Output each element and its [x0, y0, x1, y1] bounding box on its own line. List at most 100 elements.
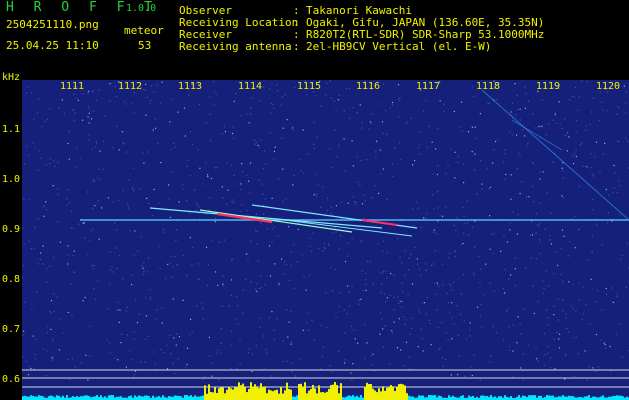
level-bar [244, 386, 246, 400]
noise-dot [136, 322, 139, 324]
level-bar [622, 396, 624, 400]
noise-dot [159, 267, 161, 269]
noise-dot [114, 222, 116, 224]
noise-dot [45, 375, 47, 377]
noise-dot [493, 149, 495, 151]
noise-dot [613, 187, 616, 189]
noise-dot [372, 282, 374, 285]
noise-dot [546, 192, 548, 194]
noise-dot [326, 209, 329, 211]
noise-dot [143, 273, 145, 275]
noise-dot [74, 366, 76, 368]
level-bar [558, 396, 560, 400]
noise-dot [250, 107, 252, 109]
y-axis-unit: kHz [2, 72, 21, 83]
noise-dot [208, 355, 211, 357]
noise-dot [251, 97, 253, 99]
noise-dot [564, 134, 567, 136]
noise-dot [32, 142, 34, 144]
noise-dot [417, 263, 419, 265]
noise-dot [504, 149, 506, 151]
noise-dot [433, 208, 435, 210]
level-bar [286, 382, 288, 400]
noise-dot [189, 212, 191, 214]
noise-dot [182, 183, 184, 185]
noise-dot [489, 361, 491, 363]
level-bar [214, 387, 216, 400]
noise-dot [210, 140, 212, 142]
noise-dot [42, 245, 44, 247]
noise-dot [190, 318, 192, 320]
x-tick-label: 1111 [60, 81, 85, 92]
noise-dot [249, 348, 251, 350]
level-bar [198, 396, 200, 400]
noise-dot [549, 367, 552, 369]
noise-dot [550, 212, 552, 214]
noise-dot [87, 191, 89, 193]
level-bar [162, 395, 164, 400]
noise-dot [198, 103, 200, 106]
header-panel: H R O F F T 1.0.0 2504251110.png meteor … [0, 0, 629, 74]
noise-dot [539, 171, 541, 173]
noise-dot [208, 209, 210, 211]
noise-dot [109, 352, 111, 354]
noise-dot [150, 100, 152, 102]
noise-dot [457, 156, 459, 158]
noise-dot [169, 262, 171, 264]
noise-dot [460, 101, 463, 103]
noise-dot [68, 130, 70, 132]
noise-dot [327, 197, 329, 199]
noise-dot [411, 283, 414, 285]
noise-dot [235, 92, 237, 95]
noise-dot [371, 364, 373, 366]
noise-dot [374, 185, 376, 187]
noise-dot [27, 86, 29, 88]
noise-dot [82, 93, 84, 95]
noise-dot [338, 144, 340, 146]
noise-dot [207, 174, 209, 176]
noise-dot [322, 186, 324, 188]
noise-dot [231, 258, 233, 260]
noise-dot [154, 118, 156, 120]
level-bar [80, 396, 82, 400]
noise-dot [602, 109, 604, 111]
level-bar [282, 393, 284, 400]
level-bar [532, 395, 534, 400]
noise-dot [558, 333, 561, 335]
noise-dot [343, 138, 345, 140]
noise-dot [51, 340, 53, 342]
noise-dot [608, 194, 610, 196]
noise-dot [137, 250, 139, 252]
noise-dot [508, 278, 510, 280]
level-bar [118, 396, 120, 400]
noise-dot [165, 277, 167, 280]
noise-dot [175, 239, 177, 242]
noise-dot [144, 338, 146, 341]
level-bar [408, 395, 410, 400]
noise-dot [525, 267, 527, 269]
noise-dot [401, 306, 403, 308]
noise-dot [600, 101, 603, 103]
noise-dot [338, 248, 340, 250]
noise-dot [145, 83, 147, 85]
noise-dot [561, 127, 563, 130]
x-tick-label: 1114 [238, 81, 263, 92]
noise-dot [571, 305, 573, 307]
noise-dot [67, 189, 69, 191]
noise-dot [45, 209, 48, 211]
level-bar [88, 396, 90, 400]
noise-dot [571, 95, 573, 97]
level-bar [352, 395, 354, 400]
noise-dot [297, 228, 299, 231]
noise-dot [450, 285, 452, 287]
noise-dot [422, 302, 424, 304]
noise-dot [140, 236, 142, 238]
noise-dot [349, 117, 351, 119]
level-bar [174, 395, 176, 400]
noise-dot [222, 285, 224, 287]
noise-dot [259, 317, 261, 319]
noise-dot [326, 82, 328, 84]
noise-dot [481, 326, 483, 328]
noise-dot [233, 138, 235, 140]
level-bar [394, 391, 396, 400]
